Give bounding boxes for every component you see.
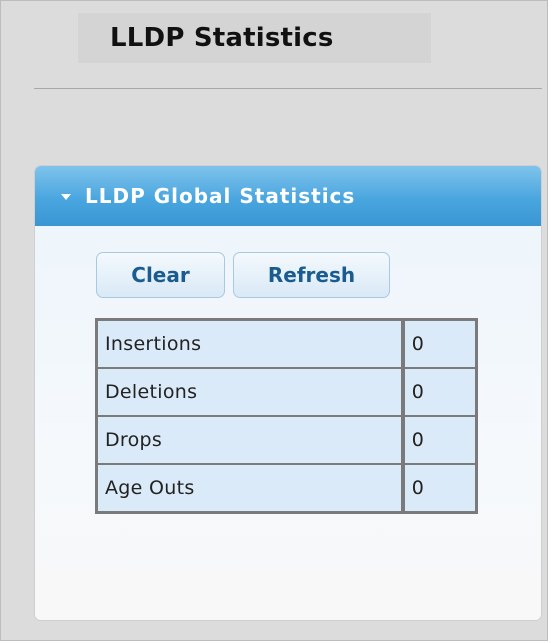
stat-label-drops: Drops [97, 416, 402, 464]
stat-value-deletions: 0 [401, 368, 476, 416]
refresh-button[interactable]: Refresh [233, 252, 390, 298]
clear-button[interactable]: Clear [96, 252, 225, 298]
stat-label-age-outs: Age Outs [97, 464, 402, 512]
global-statistics-panel: LLDP Global Statistics Clear Refresh Ins… [34, 165, 542, 621]
stat-label-insertions: Insertions [97, 320, 402, 368]
panel-header[interactable]: LLDP Global Statistics [35, 166, 541, 226]
panel-title: LLDP Global Statistics [85, 184, 356, 208]
stat-value-age-outs: 0 [401, 464, 476, 512]
stat-label-deletions: Deletions [97, 368, 402, 416]
table-row: Deletions 0 [97, 368, 476, 416]
table-row: Age Outs 0 [97, 464, 476, 512]
table-row: Insertions 0 [97, 320, 476, 368]
stat-value-insertions: 0 [401, 320, 476, 368]
table-row: Drops 0 [97, 416, 476, 464]
stat-value-drops: 0 [401, 416, 476, 464]
page-title: LLDP Statistics [110, 23, 334, 53]
divider [34, 88, 542, 89]
statistics-table: Insertions 0 Deletions 0 Drops 0 Age Out… [95, 318, 478, 514]
caret-down-icon[interactable] [61, 194, 71, 200]
page-frame: LLDP Statistics LLDP Global Statistics C… [0, 0, 548, 641]
page-title-box: LLDP Statistics [78, 13, 431, 63]
panel-body: Clear Refresh Insertions 0 Deletions 0 D… [35, 226, 541, 620]
